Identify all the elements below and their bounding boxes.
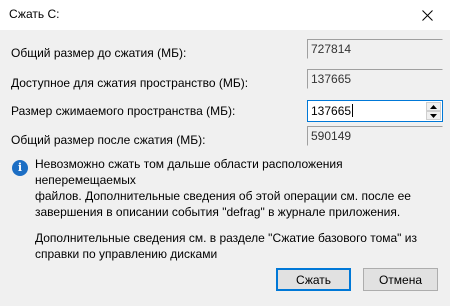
info-icon: i [12,160,28,176]
window-title: Сжать C: [9,7,60,21]
spin-up-button[interactable] [426,102,441,111]
spin-down-button[interactable] [426,111,441,120]
shrink-button[interactable]: Сжать [276,268,351,291]
close-icon [422,9,433,21]
more-info-text: Дополнительные сведения см. в разделе "С… [35,230,435,262]
cancel-button[interactable]: Отмена [363,268,438,291]
info-line: Невозможно сжать том дальше области расп… [35,157,343,187]
info-line: файлов. Дополнительные сведения об этой … [35,189,411,203]
arrow-up-icon [430,104,437,109]
total-after-value: 590149 [307,126,443,146]
total-after-label: Общий размер после сжатия (МБ): [11,133,206,147]
more-info-line: справки по управлению дисками [35,247,218,261]
info-message: Невозможно сжать том дальше области расп… [35,156,440,220]
total-before-value: 727814 [307,39,443,59]
shrink-amount-value[interactable]: 137665 [311,104,351,118]
close-button[interactable] [405,0,450,30]
title-bar: Сжать C: [0,0,450,30]
arrow-down-icon [430,113,437,118]
shrink-amount-stepper[interactable]: 137665 [307,100,443,122]
available-value: 137665 [307,69,443,89]
text-caret [352,104,354,117]
shrink-dialog: Сжать C: Общий размер до сжатия (МБ): 72… [0,0,450,306]
available-label: Доступное для сжатия пространство (МБ): [11,76,249,90]
shrink-amount-label: Размер сжимаемого пространства (МБ): [11,104,236,118]
info-line: завершения в описании события "defrag" в… [35,205,401,219]
more-info-line: Дополнительные сведения см. в разделе "С… [35,231,417,245]
total-before-label: Общий размер до сжатия (МБ): [11,46,187,60]
